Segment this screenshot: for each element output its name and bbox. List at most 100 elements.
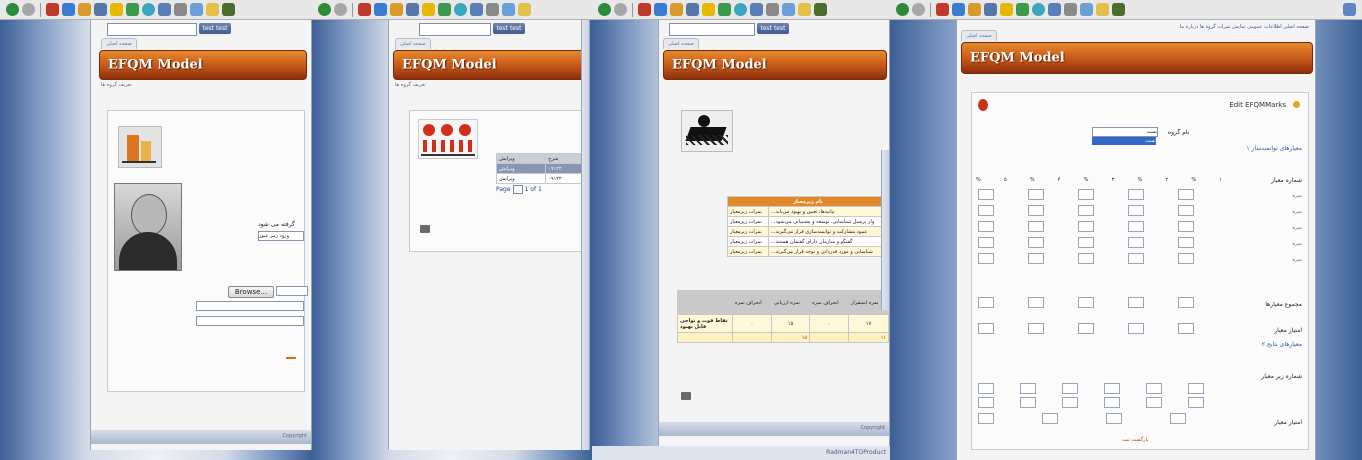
search-input[interactable] [669,23,755,36]
score-input[interactable] [1128,189,1144,200]
result-average-input[interactable] [1170,413,1186,424]
result-input[interactable] [1020,397,1036,408]
result-input[interactable] [1188,383,1204,394]
score-input[interactable] [1078,205,1094,216]
submit-link[interactable] [286,357,296,359]
text-input-1[interactable] [196,301,304,311]
result-average-input[interactable] [978,413,994,424]
score-input[interactable] [1028,205,1044,216]
edit-icon[interactable] [782,3,795,16]
tab-home[interactable]: صفحه اصلی [961,30,997,41]
back-icon[interactable] [6,3,19,16]
search-icon[interactable] [406,3,419,16]
score-input[interactable] [1028,253,1044,264]
score-input[interactable] [978,253,994,264]
result-input[interactable] [1104,383,1120,394]
refresh-icon[interactable] [952,3,965,16]
folder-icon[interactable] [206,3,219,16]
edit-icon[interactable] [1080,3,1093,16]
tab-home[interactable]: صفحه اصلی [101,38,137,49]
folder-icon[interactable] [798,3,811,16]
favorites-icon[interactable] [1000,3,1013,16]
score-input[interactable] [1178,253,1194,264]
forward-icon[interactable] [22,3,35,16]
home-icon[interactable] [670,3,683,16]
score-input[interactable] [1178,205,1194,216]
folder-icon[interactable] [518,3,531,16]
messenger-icon[interactable] [814,3,827,16]
top-nav-links[interactable]: صفحه اصلی اطلاعات عمومی نمایش نمرات گروه… [1180,24,1309,30]
home-icon[interactable] [968,3,981,16]
scrollbar[interactable] [581,20,589,450]
subtotal-input[interactable] [978,297,994,308]
home-icon[interactable] [78,3,91,16]
subcriterion-action[interactable]: نمرات زیرمعیار [727,226,769,237]
favorites-icon[interactable] [110,3,123,16]
edit-icon[interactable] [190,3,203,16]
print-icon[interactable] [174,3,187,16]
search-button[interactable]: test test [199,23,231,34]
score-input[interactable] [1128,205,1144,216]
print-icon[interactable] [681,392,691,400]
mail-icon[interactable] [470,3,483,16]
messenger-icon[interactable] [1112,3,1125,16]
search-input[interactable] [419,23,491,36]
score-input[interactable] [978,189,994,200]
score-input[interactable] [1078,221,1094,232]
refresh-icon[interactable] [374,3,387,16]
media-icon[interactable] [126,3,139,16]
edit-link[interactable]: ویرایش [495,173,547,184]
result-input[interactable] [1146,397,1162,408]
history-icon[interactable] [142,3,155,16]
score-input[interactable] [978,221,994,232]
result-input[interactable] [978,397,994,408]
folder-icon[interactable] [1096,3,1109,16]
messenger-icon[interactable] [222,3,235,16]
help-icon[interactable] [1293,101,1300,108]
score-input[interactable] [1178,221,1194,232]
score-input[interactable] [1078,189,1094,200]
password-field[interactable]: ورود رمز عبور [258,231,304,241]
score-input[interactable] [978,205,994,216]
score-input[interactable] [1178,189,1194,200]
mail-icon[interactable] [750,3,763,16]
favorites-icon[interactable] [422,3,435,16]
stop-icon[interactable] [936,3,949,16]
search-icon[interactable] [686,3,699,16]
browse-button[interactable]: Browse... [228,286,274,298]
favorites-icon[interactable] [702,3,715,16]
subcriterion-action[interactable]: نمرات زیرمعیار [727,246,769,257]
subtotal-input[interactable] [1078,297,1094,308]
forward-icon[interactable] [334,3,347,16]
score-input[interactable] [978,237,994,248]
average-input[interactable] [1078,323,1094,334]
edit-link[interactable]: ویرایش [495,163,547,174]
media-icon[interactable] [1016,3,1029,16]
subcriterion-action[interactable]: نمرات زیرمعیار [727,206,769,217]
search-button[interactable]: test test [757,23,789,34]
print-icon[interactable] [420,225,430,233]
forward-icon[interactable] [912,3,925,16]
subcriterion-action[interactable]: نمرات زیرمعیار [727,216,769,227]
result-average-input[interactable] [1106,413,1122,424]
tab-home[interactable]: صفحه اصلی [395,38,431,49]
average-input[interactable] [1028,323,1044,334]
media-icon[interactable] [718,3,731,16]
score-input[interactable] [1028,237,1044,248]
score-input[interactable] [1178,237,1194,248]
pager-dropdown[interactable] [512,185,523,194]
file-path-input[interactable] [276,286,308,296]
score-input[interactable] [1028,189,1044,200]
home-icon[interactable] [390,3,403,16]
group-dropdown-option[interactable]: تست [1092,137,1156,145]
forward-icon[interactable] [614,3,627,16]
history-icon[interactable] [454,3,467,16]
average-input[interactable] [1178,323,1194,334]
result-input[interactable] [1062,397,1078,408]
back-icon[interactable] [896,3,909,16]
result-input[interactable] [978,383,994,394]
subtotal-input[interactable] [1178,297,1194,308]
search-button[interactable]: test test [493,23,525,34]
score-input[interactable] [1078,253,1094,264]
form-actions[interactable]: بازگشت ثبت [1122,437,1148,443]
